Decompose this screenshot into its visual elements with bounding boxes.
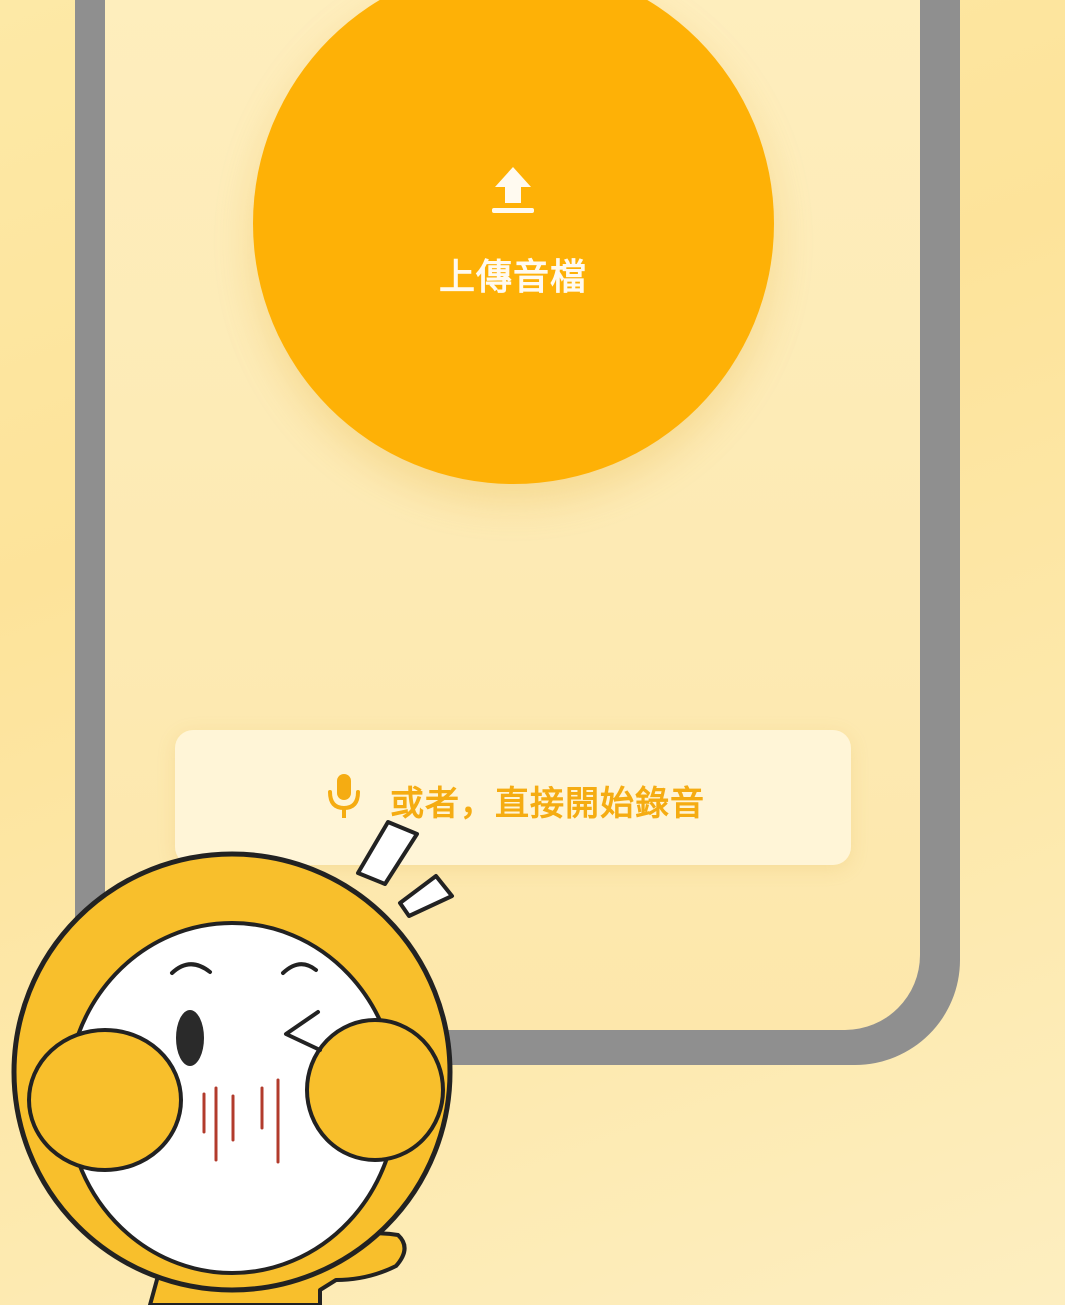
upload-audio-label: 上傳音檔 (438, 257, 587, 298)
mascot-illustration (11, 820, 454, 1305)
upload-icon (492, 167, 534, 213)
